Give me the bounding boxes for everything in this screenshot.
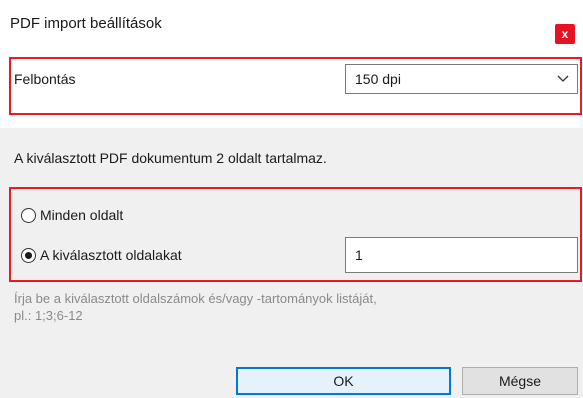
resolution-select-value: 150 dpi [355, 71, 401, 87]
title-bar: PDF import beállítások x [0, 0, 583, 51]
hint-line-1: Írja be a kiválasztott oldalszámok és/va… [14, 291, 377, 306]
close-icon: x [561, 27, 569, 41]
ok-button[interactable]: OK [236, 367, 451, 395]
resolution-label: Felbontás [14, 71, 76, 87]
cancel-button[interactable]: Mégse [462, 367, 578, 395]
hint-line-2: pl.: 1;3;6-12 [14, 308, 83, 323]
radio-selected-pages-icon[interactable] [21, 247, 36, 263]
radio-selected-pages[interactable]: A kiválasztott oldalakat [21, 247, 182, 263]
pdf-import-dialog: PDF import beállítások x Felbontás 150 d… [0, 0, 583, 398]
chevron-down-icon [557, 75, 569, 82]
hint-text: Írja be a kiválasztott oldalszámok és/va… [14, 290, 377, 324]
close-button[interactable]: x [555, 24, 575, 44]
radio-all-pages[interactable]: Minden oldalt [21, 207, 123, 223]
selected-pages-input[interactable] [345, 237, 578, 273]
info-text: A kiválasztott PDF dokumentum 2 oldalt t… [14, 150, 327, 166]
radio-all-pages-label: Minden oldalt [40, 207, 124, 223]
radio-selected-pages-label: A kiválasztott oldalakat [40, 247, 182, 263]
dialog-title: PDF import beállítások [10, 15, 162, 32]
resolution-select[interactable]: 150 dpi [345, 64, 578, 94]
radio-all-pages-icon[interactable] [21, 207, 36, 223]
